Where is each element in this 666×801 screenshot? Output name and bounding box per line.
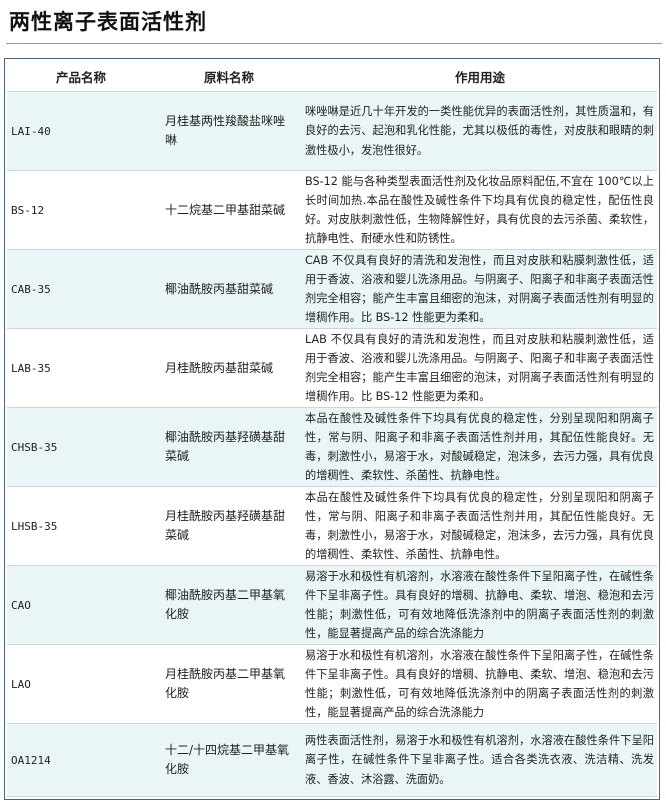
table-header: 产品名称 原料名称 作用用途 [7,61,657,92]
product-table: 产品名称 原料名称 作用用途 LAI-40 月桂基两性羧酸盐咪唑啉 咪唑啉是近几… [7,61,657,797]
usage-description: CAB 不仅具有良好的清洗和发泡性，而且对皮肤和粘膜刺激性低，适用于香波、浴液和… [303,249,657,329]
table-row: CAO 椰油酰胺丙基二甲基氧化胺 易溶于水和极性有机溶剂，水溶液在酸性条件下呈阳… [7,565,657,645]
table-header-row: 产品名称 原料名称 作用用途 [7,61,657,92]
material-name: 十二烷基二甲基甜菜碱 [155,170,303,250]
material-name: 月桂酰胺丙基二甲基氧化胺 [155,644,303,724]
product-code: LAO [7,644,155,724]
table-row: LAI-40 月桂基两性羧酸盐咪唑啉 咪唑啉是近几十年开发的一类性能优异的表面活… [7,91,657,171]
table-row: CHSB-35 椰油酰胺丙基羟磺基甜菜碱 本品在酸性及碱性条件下均具有优良的稳定… [7,407,657,487]
usage-description: 易溶于水和极性有机溶剂，水溶液在酸性条件下呈阳离子性，在碱性条件下呈非离子性。具… [303,565,657,645]
product-code: BS-12 [7,170,155,250]
product-code: CHSB-35 [7,407,155,487]
product-code: LAI-40 [7,91,155,171]
usage-description: 咪唑啉是近几十年开发的一类性能优异的表面活性剂，其性质温和，有良好的去污、起泡和… [303,91,657,171]
usage-description: BS-12 能与各种类型表面活性剂及化妆品原料配伍,不宜在 100℃以上长时间加… [303,170,657,250]
table-row: LHSB-35 月桂酰胺丙基羟磺基甜菜碱 本品在酸性及碱性条件下均具有优良的稳定… [7,486,657,566]
table-row: OA1214 十二/十四烷基二甲基氧化胺 两性表面活性剂，易溶于水和极性有机溶剂… [7,723,657,797]
page-title: 两性离子表面活性剂 [9,10,207,34]
material-name: 十二/十四烷基二甲基氧化胺 [155,723,303,797]
usage-description: LAB 不仅具有良好的清洗和发泡性，而且对皮肤和粘膜刺激性低，适用于香波、浴液和… [303,328,657,408]
header-material-name: 原料名称 [155,61,303,92]
product-code: LHSB-35 [7,486,155,566]
product-code: CAO [7,565,155,645]
material-name: 椰油酰胺丙基羟磺基甜菜碱 [155,407,303,487]
product-code: LAB-35 [7,328,155,408]
material-name: 月桂酰胺丙基羟磺基甜菜碱 [155,486,303,566]
material-name: 月桂基两性羧酸盐咪唑啉 [155,91,303,171]
table-row: BS-12 十二烷基二甲基甜菜碱 BS-12 能与各种类型表面活性剂及化妆品原料… [7,170,657,250]
table-row: LAB-35 月桂酰胺丙基甜菜碱 LAB 不仅具有良好的清洗和发泡性，而且对皮肤… [7,328,657,408]
usage-description: 本品在酸性及碱性条件下均具有优良的稳定性，分别呈现阳和阴离子性，常与阴、阳离子和… [303,486,657,566]
header-usage: 作用用途 [303,61,657,92]
product-code: OA1214 [7,723,155,797]
table-body: LAI-40 月桂基两性羧酸盐咪唑啉 咪唑啉是近几十年开发的一类性能优异的表面活… [7,91,657,797]
usage-description: 两性表面活性剂，易溶于水和极性有机溶剂，水溶液在酸性条件下呈阳离子性，在碱性条件… [303,723,657,797]
header-product-name: 产品名称 [7,61,155,92]
title-divider [6,43,662,44]
material-name: 椰油酰胺丙基二甲基氧化胺 [155,565,303,645]
product-code: CAB-35 [7,249,155,329]
material-name: 月桂酰胺丙基甜菜碱 [155,328,303,408]
usage-description: 本品在酸性及碱性条件下均具有优良的稳定性，分别呈现阳和阴离子性，常与阴、阳离子和… [303,407,657,487]
product-table-frame: 产品名称 原料名称 作用用途 LAI-40 月桂基两性羧酸盐咪唑啉 咪唑啉是近几… [4,58,660,800]
material-name: 椰油酰胺丙基甜菜碱 [155,249,303,329]
table-row: CAB-35 椰油酰胺丙基甜菜碱 CAB 不仅具有良好的清洗和发泡性，而且对皮肤… [7,249,657,329]
table-row: LAO 月桂酰胺丙基二甲基氧化胺 易溶于水和极性有机溶剂，水溶液在酸性条件下呈阳… [7,644,657,724]
usage-description: 易溶于水和极性有机溶剂，水溶液在酸性条件下呈阳离子性，在碱性条件下呈非离子性。具… [303,644,657,724]
